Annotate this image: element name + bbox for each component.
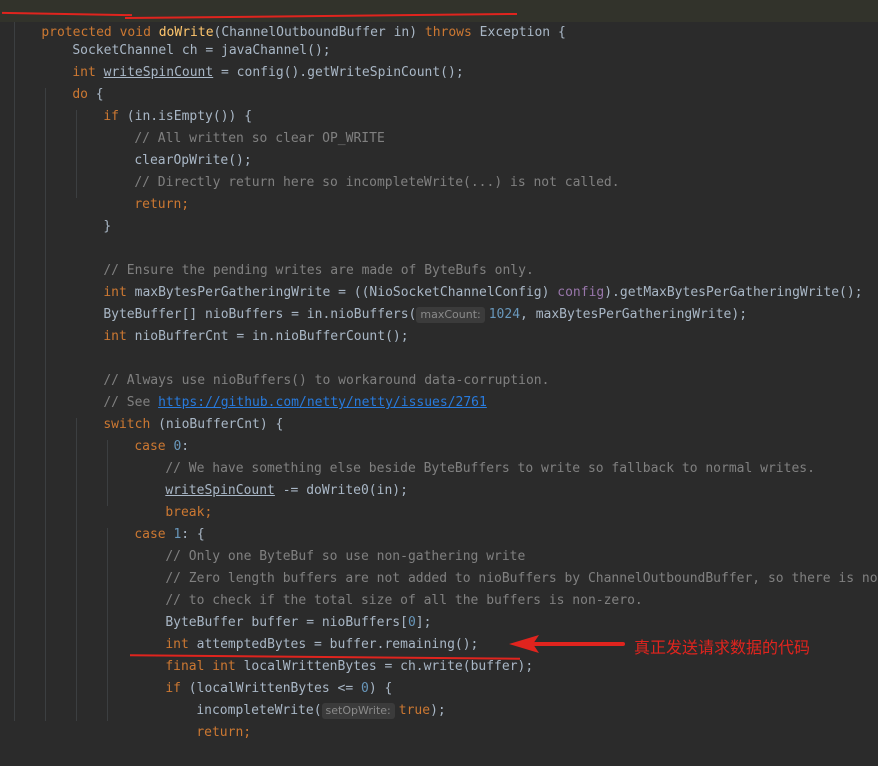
code-line-highlighted[interactable]: final int localWrittenBytes = ch.write(b… xyxy=(0,634,533,674)
number: 1024 xyxy=(488,307,521,322)
parameter-hint: setOpWrite: xyxy=(321,703,395,719)
annotation-label: 真正发送请求数据的代码 xyxy=(634,638,811,657)
keyword: throws xyxy=(424,25,472,40)
code-line[interactable]: case 1: { xyxy=(0,502,204,542)
code-line[interactable]: int nioBufferCnt = in.nioBufferCount(); xyxy=(0,304,408,344)
code-comment[interactable]: // Always use nioBuffers() to workaround… xyxy=(0,348,549,388)
code-line[interactable]: break; xyxy=(0,480,212,520)
code-line[interactable]: return; xyxy=(0,172,189,212)
paren: ) xyxy=(409,25,418,40)
comment-text: // Directly return here so incompleteWri… xyxy=(134,175,620,190)
code-editor[interactable]: protected void doWrite(ChannelOutboundBu… xyxy=(0,0,878,740)
code-line[interactable]: if (in.isEmpty()) { xyxy=(0,84,252,124)
variable: writeSpinCount xyxy=(103,65,214,80)
code-line[interactable]: writeSpinCount -= doWrite0(in); xyxy=(0,458,408,498)
code-text: -= doWrite0(in); xyxy=(274,483,408,498)
code-comment[interactable]: // We have something else beside ByteBuf… xyxy=(0,436,815,476)
arrow-icon xyxy=(509,635,625,653)
code-text: nioBufferCnt = in.nioBufferCount(); xyxy=(126,329,409,344)
code-comment[interactable]: // All written so clear OP_WRITE xyxy=(0,106,384,146)
code-line[interactable]: int attemptedBytes = buffer.remaining(); xyxy=(0,612,478,652)
keyword: return; xyxy=(196,725,252,740)
exception-type: Exception xyxy=(479,25,551,40)
code-line[interactable]: return; xyxy=(0,700,251,740)
code-comment[interactable]: // Directly return here so incompleteWri… xyxy=(0,150,619,190)
code-comment[interactable]: // to check if the total size of all the… xyxy=(0,568,642,608)
code-line[interactable]: } xyxy=(0,194,111,234)
code-line[interactable]: int writeSpinCount = config().getWriteSp… xyxy=(0,40,463,80)
code-comment[interactable]: // Ensure the pending writes are made of… xyxy=(0,238,533,278)
code-line[interactable]: if (localWrittenBytes <= 0) { xyxy=(0,656,392,696)
code-line[interactable]: case 0: xyxy=(0,414,189,454)
code-line[interactable]: clearOpWrite(); xyxy=(0,128,251,168)
code-text: , maxBytesPerGatheringWrite); xyxy=(520,307,748,322)
keyword: int xyxy=(103,329,127,344)
code-comment[interactable]: // See https://github.com/netty/netty/is… xyxy=(0,370,487,410)
code-line[interactable]: incompleteWrite(setOpWrite: true); xyxy=(0,678,446,719)
parameter-hint: maxCount: xyxy=(416,307,485,323)
code-line[interactable]: switch (nioBufferCnt) { xyxy=(0,392,283,432)
brace: { xyxy=(557,25,566,40)
code-line[interactable]: SocketChannel ch = javaChannel(); xyxy=(0,18,330,58)
keyword: return; xyxy=(134,197,190,212)
code-text: ); xyxy=(430,703,446,718)
code-line[interactable]: int maxBytesPerGatheringWrite = ((NioSoc… xyxy=(0,260,862,300)
code-line[interactable]: ByteBuffer[] nioBuffers = in.nioBuffers(… xyxy=(0,282,747,323)
code-text: = config().getWriteSpinCount(); xyxy=(213,65,464,80)
code-line[interactable]: do { xyxy=(0,62,103,102)
param-name: in xyxy=(393,25,410,40)
code-text: } xyxy=(103,219,112,234)
code-comment[interactable]: // Zero length buffers are not added to … xyxy=(0,546,878,586)
keyword: true xyxy=(398,703,431,718)
code-line[interactable]: ByteBuffer buffer = nioBuffers[0]; xyxy=(0,590,431,630)
code-comment[interactable]: // Only one ByteBuf so use non-gathering… xyxy=(0,524,525,564)
